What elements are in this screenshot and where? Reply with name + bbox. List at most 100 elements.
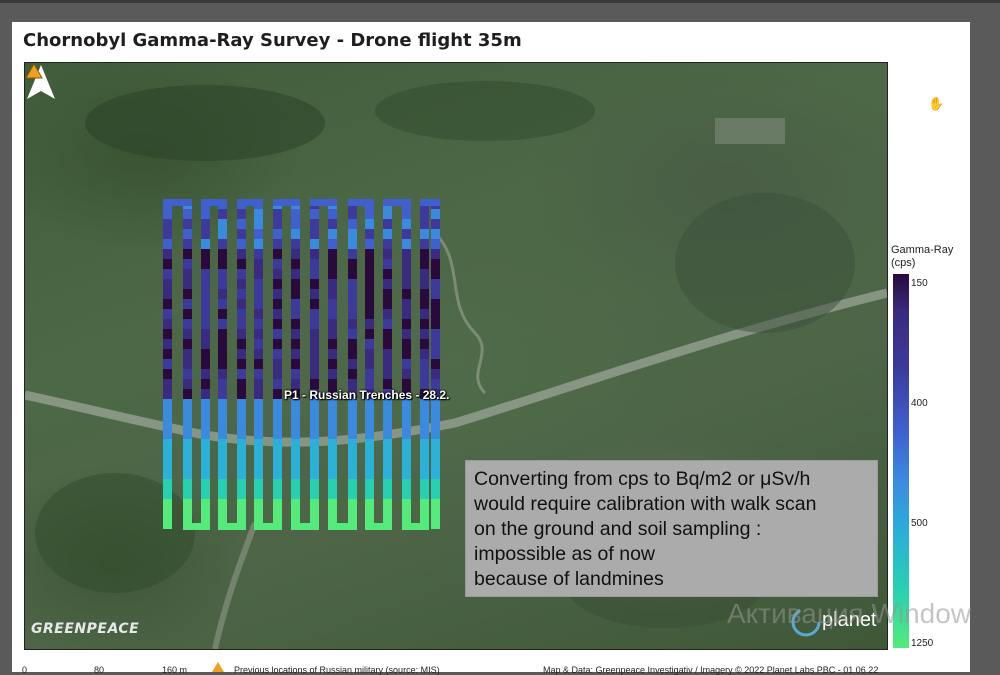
flight-segment — [237, 339, 246, 349]
flight-turn — [254, 523, 282, 530]
pan-hand-icon[interactable]: ✋ — [928, 96, 944, 112]
flight-segment — [365, 369, 374, 379]
flight-segment — [254, 469, 263, 479]
flight-segment — [328, 229, 337, 239]
flight-segment — [365, 409, 374, 419]
flight-segment — [183, 219, 192, 229]
window-top-bar — [0, 0, 1000, 3]
flight-segment — [402, 499, 411, 509]
flight-segment — [163, 419, 172, 429]
flight-segment — [310, 439, 319, 449]
flight-segment — [310, 319, 319, 329]
flight-segment — [237, 499, 246, 509]
flight-turn — [291, 523, 319, 530]
flight-segment — [291, 219, 300, 229]
flight-segment — [201, 219, 210, 229]
flight-segment — [420, 299, 429, 309]
flight-segment — [365, 299, 374, 309]
flight-segment — [328, 339, 337, 349]
poi-label: P1 - Russian Trenches - 28.2. — [284, 388, 450, 402]
flight-segment — [420, 359, 429, 369]
flight-segment — [163, 329, 172, 339]
flight-segment — [254, 259, 263, 269]
flight-segment — [431, 329, 440, 339]
satellite-map[interactable]: P1 - Russian Trenches - 28.2. Converting… — [24, 62, 888, 650]
flight-segment — [383, 209, 392, 219]
triangle-marker-icon[interactable] — [25, 63, 43, 79]
flight-segment — [402, 469, 411, 479]
flight-segment — [431, 419, 440, 429]
flight-segment — [254, 319, 263, 329]
flight-segment — [201, 449, 210, 459]
flight-segment — [254, 449, 263, 459]
flight-turn — [310, 199, 337, 206]
flight-segment — [348, 209, 357, 219]
flight-segment — [254, 309, 263, 319]
flight-segment — [328, 289, 337, 299]
flight-segment — [431, 229, 440, 239]
flight-turn — [201, 199, 227, 206]
flight-segment — [218, 409, 227, 419]
flight-segment — [218, 249, 227, 259]
flight-segment — [431, 519, 440, 529]
flight-segment — [163, 259, 172, 269]
flight-segment — [163, 269, 172, 279]
flight-segment — [291, 509, 300, 519]
flight-segment — [431, 249, 440, 259]
flight-segment — [420, 369, 429, 379]
flight-segment — [328, 449, 337, 459]
flight-segment — [163, 299, 172, 309]
flight-segment — [348, 239, 357, 249]
flight-segment — [328, 429, 337, 439]
flight-segment — [310, 359, 319, 369]
flight-segment — [237, 429, 246, 439]
flight-segment — [183, 459, 192, 469]
flight-segment — [291, 459, 300, 469]
flight-segment — [383, 429, 392, 439]
flight-segment — [291, 339, 300, 349]
flight-segment — [237, 249, 246, 259]
flight-segment — [431, 409, 440, 419]
flight-segment — [365, 249, 374, 259]
scale-160: 160 m — [162, 665, 188, 675]
flight-segment — [402, 219, 411, 229]
flight-segment — [183, 369, 192, 379]
flight-segment — [328, 509, 337, 519]
flight-segment — [348, 429, 357, 439]
flight-segment — [291, 309, 300, 319]
flight-segment — [431, 239, 440, 249]
flight-segment — [201, 359, 210, 369]
flight-segment — [254, 439, 263, 449]
flight-segment — [273, 399, 282, 409]
flight-segment — [420, 329, 429, 339]
flight-segment — [163, 499, 172, 509]
flight-segment — [201, 239, 210, 249]
flight-segment — [183, 209, 192, 219]
flight-segment — [310, 489, 319, 499]
flight-segment — [163, 389, 172, 399]
flight-segment — [218, 339, 227, 349]
flight-segment — [328, 269, 337, 279]
flight-segment — [402, 209, 411, 219]
flight-segment — [254, 219, 263, 229]
flight-segment — [201, 479, 210, 489]
flight-segment — [218, 309, 227, 319]
flight-segment — [291, 419, 300, 429]
flight-segment — [237, 269, 246, 279]
flight-segment — [291, 289, 300, 299]
flight-segment — [201, 269, 210, 279]
flight-segment — [431, 299, 440, 309]
flight-segment — [383, 289, 392, 299]
flight-segment — [218, 319, 227, 329]
flight-segment — [163, 249, 172, 259]
flight-segment — [291, 369, 300, 379]
flight-segment — [237, 449, 246, 459]
flight-segment — [237, 279, 246, 289]
flight-segment — [348, 439, 357, 449]
flight-segment — [237, 259, 246, 269]
flight-segment — [201, 499, 210, 509]
forest-patch — [375, 81, 595, 141]
flight-segment — [163, 439, 172, 449]
flight-segment — [431, 319, 440, 329]
flight-segment — [183, 279, 192, 289]
